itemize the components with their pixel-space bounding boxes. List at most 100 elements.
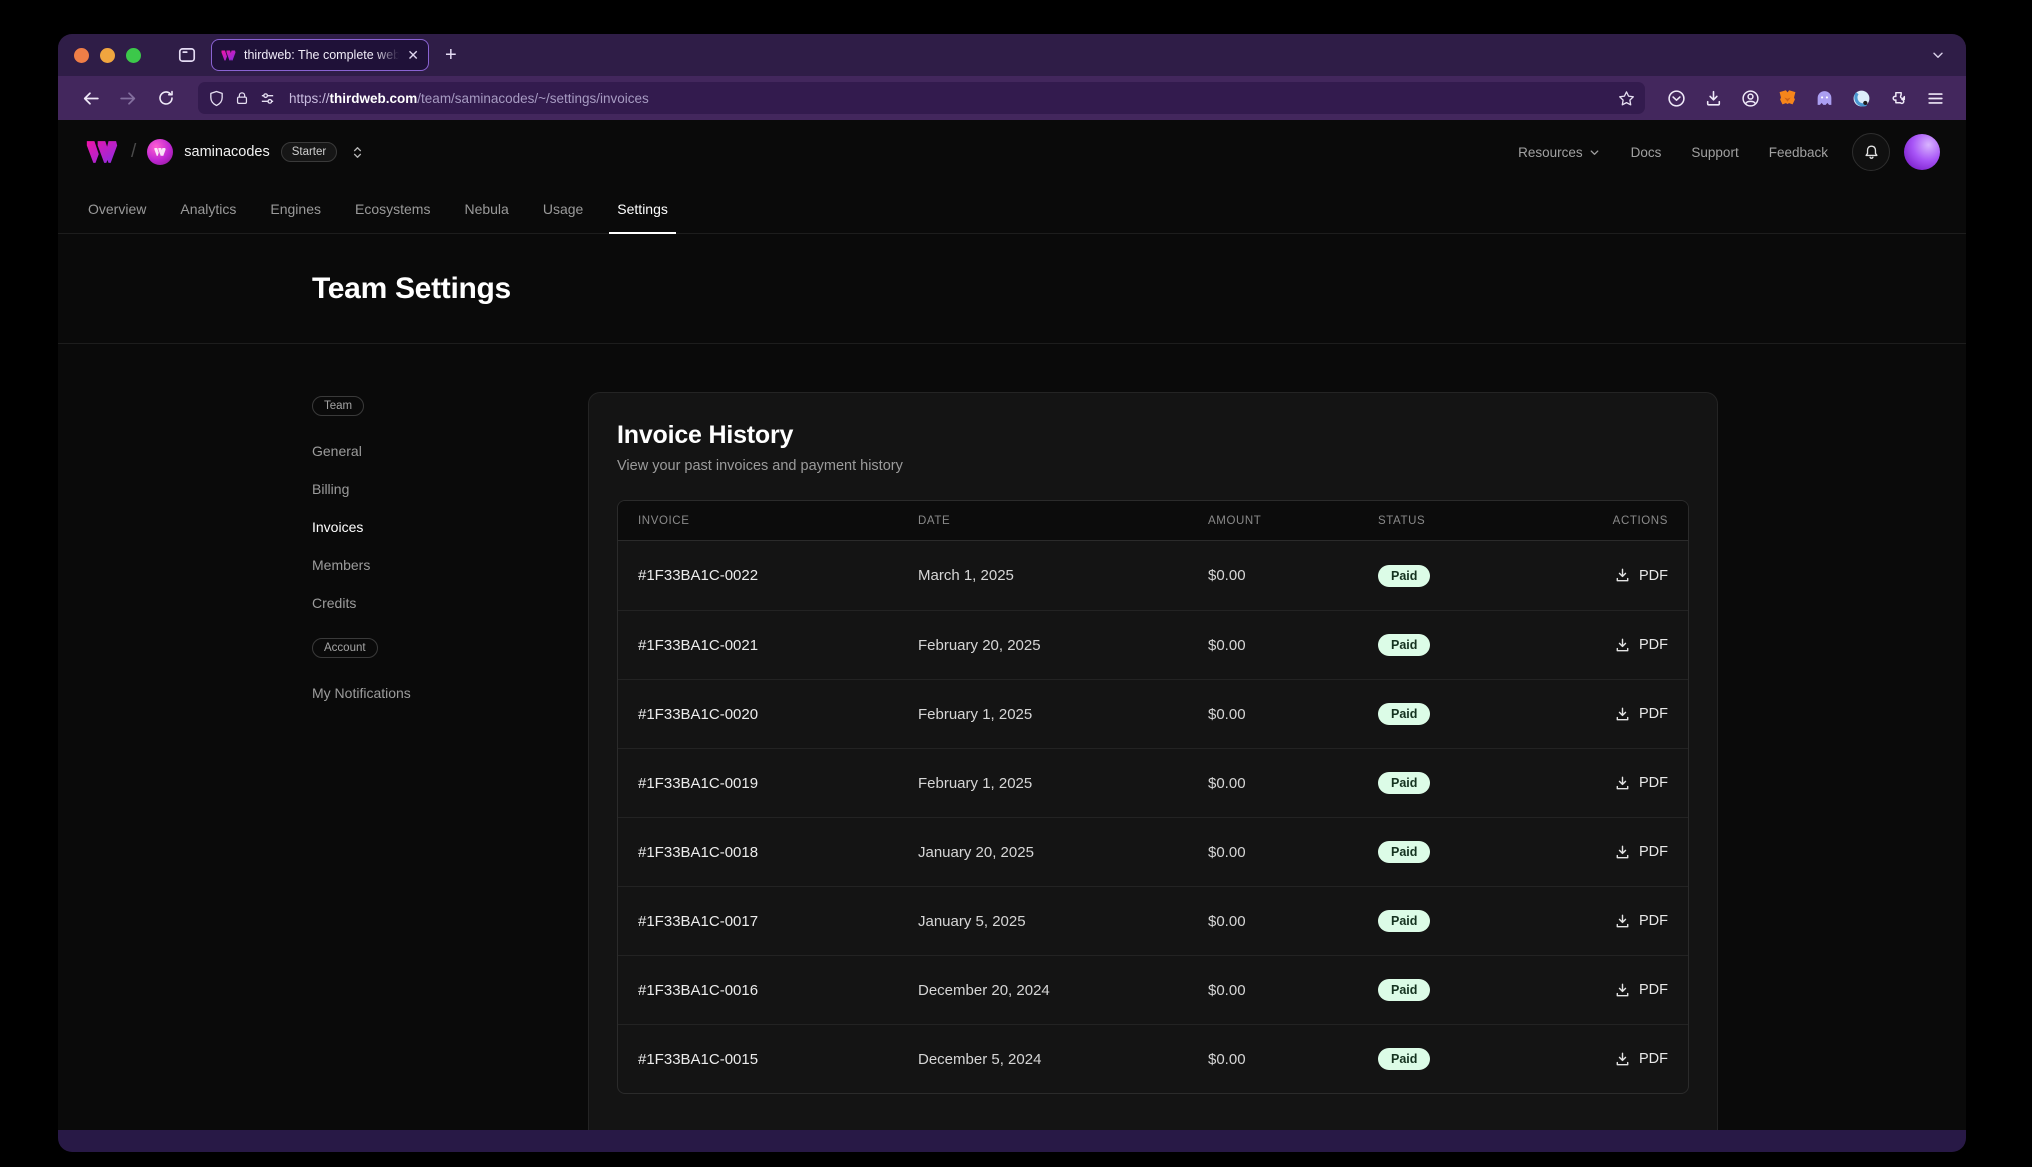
downloads-button[interactable] xyxy=(1702,87,1724,109)
main-nav-tab[interactable]: Ecosystems xyxy=(355,184,430,233)
bookmark-star-icon[interactable] xyxy=(1618,90,1635,107)
sidebar-item[interactable]: Credits xyxy=(312,584,512,622)
pdf-label: PDF xyxy=(1639,775,1668,791)
tab-close-icon[interactable]: ✕ xyxy=(407,48,419,62)
download-pdf-button[interactable]: PDF xyxy=(1614,706,1668,723)
forward-icon xyxy=(119,89,138,108)
invoice-id: #1F33BA1C-0018 xyxy=(638,844,918,861)
back-button[interactable] xyxy=(74,83,106,113)
download-pdf-button[interactable]: PDF xyxy=(1614,637,1668,654)
menu-button[interactable] xyxy=(1924,87,1946,109)
download-pdf-button[interactable]: PDF xyxy=(1614,1051,1668,1068)
download-icon xyxy=(1614,1051,1631,1068)
main-nav-tab[interactable]: Engines xyxy=(270,184,321,233)
pdf-label: PDF xyxy=(1639,568,1668,584)
extension-blue-button[interactable] xyxy=(1850,87,1872,109)
page-content: / saminacodes Starter Resources Docs Sup… xyxy=(58,120,1966,1130)
table-row: #1F33BA1C-0017 January 5, 2025 $0.00 Pai… xyxy=(618,886,1688,955)
main-nav-tab[interactable]: Overview xyxy=(88,184,146,233)
invoice-date: March 1, 2025 xyxy=(918,567,1208,584)
sidebar-row: My Notifications xyxy=(312,674,512,712)
header-nav-link[interactable]: Docs xyxy=(1631,145,1662,160)
invoice-actions-cell: PDF xyxy=(1614,1051,1668,1068)
header-nav-link[interactable]: Resources xyxy=(1518,145,1601,160)
download-pdf-button[interactable]: PDF xyxy=(1614,775,1668,792)
notifications-button[interactable] xyxy=(1852,133,1890,171)
header-nav-link[interactable]: Support xyxy=(1691,145,1738,160)
invoice-amount: $0.00 xyxy=(1208,844,1378,861)
invoice-status-cell: Paid xyxy=(1378,634,1614,656)
sidebar-item[interactable]: My Notifications xyxy=(312,674,512,712)
browser-toolbar: https://thirdweb.com/team/saminacodes/~/… xyxy=(58,76,1966,120)
browser-window: thirdweb: The complete web3 d ✕ + https:… xyxy=(58,34,1966,1152)
metamask-button[interactable] xyxy=(1776,87,1798,109)
firefox-view-button[interactable] xyxy=(177,45,197,65)
header-nav-link[interactable]: Feedback xyxy=(1769,145,1828,160)
new-tab-button[interactable]: + xyxy=(445,45,457,65)
card-title: Invoice History xyxy=(617,421,1689,450)
address-bar[interactable]: https://thirdweb.com/team/saminacodes/~/… xyxy=(198,82,1645,114)
header-nav-label: Feedback xyxy=(1769,145,1828,160)
main-nav-tab[interactable]: Settings xyxy=(617,184,668,233)
phantom-ghost-icon xyxy=(1815,89,1834,108)
minimize-window-button[interactable] xyxy=(100,48,115,63)
pdf-label: PDF xyxy=(1639,913,1668,929)
thirdweb-favicon xyxy=(221,49,236,62)
column-header: STATUS xyxy=(1378,515,1613,527)
download-pdf-button[interactable]: PDF xyxy=(1614,844,1668,861)
list-all-tabs-button[interactable] xyxy=(1930,47,1946,63)
status-badge: Paid xyxy=(1378,841,1430,863)
sidebar-row: Account xyxy=(312,622,512,674)
download-icon xyxy=(1614,775,1631,792)
lock-icon xyxy=(234,90,250,106)
team-avatar xyxy=(147,139,173,165)
site-header: / saminacodes Starter Resources Docs Sup… xyxy=(58,120,1966,184)
invoice-amount: $0.00 xyxy=(1208,706,1378,723)
bell-icon xyxy=(1863,144,1880,161)
table-row: #1F33BA1C-0015 December 5, 2024 $0.00 Pa… xyxy=(618,1024,1688,1093)
pocket-button[interactable] xyxy=(1665,87,1687,109)
invoice-actions-cell: PDF xyxy=(1614,844,1668,861)
browser-tab[interactable]: thirdweb: The complete web3 d ✕ xyxy=(211,39,429,71)
column-header: AMOUNT xyxy=(1208,515,1378,527)
invoice-date: February 1, 2025 xyxy=(918,706,1208,723)
download-pdf-button[interactable]: PDF xyxy=(1614,567,1668,584)
reload-button[interactable] xyxy=(150,83,182,113)
sidebar-item[interactable]: Billing xyxy=(312,470,512,508)
phantom-button[interactable] xyxy=(1813,87,1835,109)
up-down-chevrons-icon xyxy=(350,145,365,160)
invoice-status-cell: Paid xyxy=(1378,565,1614,587)
invoice-date: December 5, 2024 xyxy=(918,1051,1208,1068)
url-domain: thirdweb.com xyxy=(330,91,418,106)
main-nav-tab[interactable]: Usage xyxy=(543,184,583,233)
invoice-amount: $0.00 xyxy=(1208,1051,1378,1068)
download-icon xyxy=(1614,982,1631,999)
status-badge: Paid xyxy=(1378,1048,1430,1070)
chevron-down-icon xyxy=(1588,146,1601,159)
forward-button[interactable] xyxy=(112,83,144,113)
user-avatar[interactable] xyxy=(1904,134,1940,170)
tab-title: thirdweb: The complete web3 d xyxy=(244,48,399,62)
pdf-label: PDF xyxy=(1639,706,1668,722)
sidebar-item[interactable]: Invoices xyxy=(312,508,512,546)
browser-tab-bar: thirdweb: The complete web3 d ✕ + xyxy=(58,34,1966,76)
header-nav-label: Support xyxy=(1691,145,1738,160)
main-nav-tab[interactable]: Analytics xyxy=(180,184,236,233)
account-button[interactable] xyxy=(1739,87,1761,109)
extension-blue-icon xyxy=(1852,89,1871,108)
main-nav-tab[interactable]: Nebula xyxy=(464,184,508,233)
card-subtitle: View your past invoices and payment hist… xyxy=(617,458,1689,474)
team-name[interactable]: saminacodes xyxy=(184,144,269,160)
download-pdf-button[interactable]: PDF xyxy=(1614,913,1668,930)
sidebar-item[interactable]: General xyxy=(312,432,512,470)
download-pdf-button[interactable]: PDF xyxy=(1614,982,1668,999)
download-icon xyxy=(1704,89,1723,108)
close-window-button[interactable] xyxy=(74,48,89,63)
zoom-window-button[interactable] xyxy=(126,48,141,63)
sidebar-item[interactable]: Members xyxy=(312,546,512,584)
team-switcher-button[interactable] xyxy=(350,145,365,160)
sidebar-group-badge: Team xyxy=(312,396,364,416)
shield-icon xyxy=(208,90,225,107)
extensions-button[interactable] xyxy=(1887,87,1909,109)
column-header: DATE xyxy=(918,515,1208,527)
